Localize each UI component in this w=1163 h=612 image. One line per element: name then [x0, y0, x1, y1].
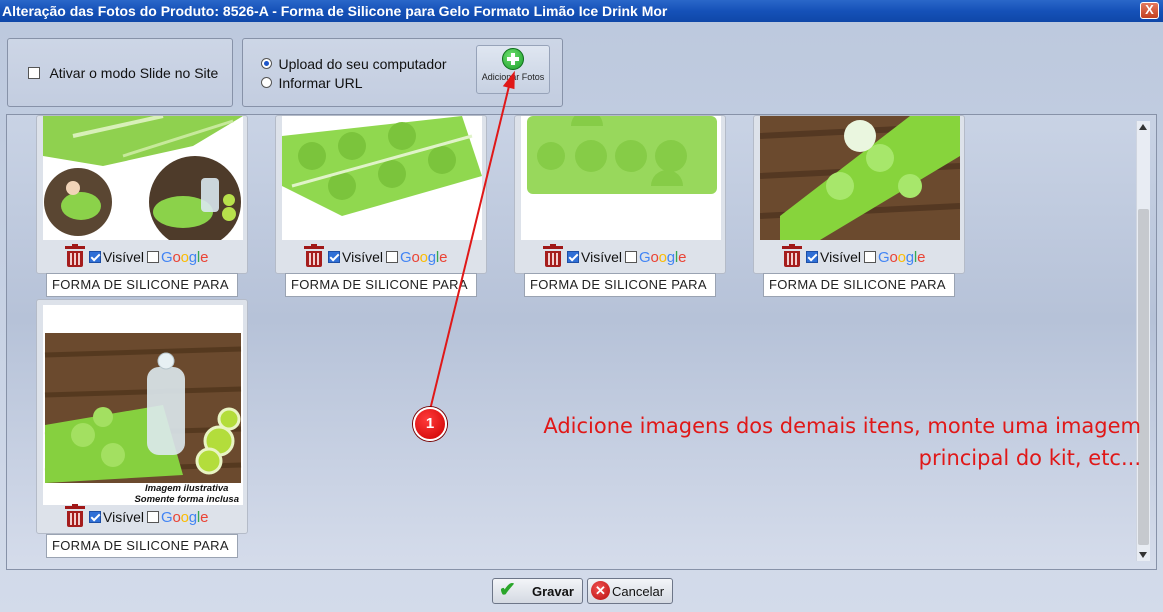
add-photos-button[interactable]: Adicionar Fotos	[476, 45, 550, 94]
product-photo	[760, 116, 960, 240]
slide-mode-group: Ativar o modo Slide no Site	[7, 38, 233, 107]
visible-checkbox[interactable]	[806, 251, 818, 263]
visible-label: Visível	[342, 249, 383, 265]
google-logo-icon: Google	[877, 248, 926, 266]
photo-card: Visível Google	[514, 115, 726, 274]
google-checkbox[interactable]	[146, 251, 159, 263]
trash-icon[interactable]	[782, 244, 802, 268]
photo-caption-input[interactable]: FORMA DE SILICONE PARA	[46, 273, 238, 297]
photo-controls: Visível Google	[782, 244, 926, 268]
add-photos-label: Adicionar Fotos	[481, 72, 545, 82]
google-logo-icon: Google	[638, 248, 687, 266]
photo-controls: Visível Google	[65, 244, 209, 268]
google-logo-icon: Google	[160, 248, 209, 266]
save-label: Gravar	[532, 584, 574, 599]
slide-mode-label: Ativar o modo Slide no Site	[49, 64, 219, 81]
checkmark-icon: ✔	[499, 579, 516, 601]
image-note: Imagem ilustrativa Somente forma inclusa	[134, 483, 239, 505]
upload-computer-radio[interactable]	[261, 58, 272, 70]
visible-label: Visível	[103, 509, 144, 525]
photo-card: Imagem ilustrativa Somente forma inclusa…	[36, 299, 248, 534]
product-photo: Imagem ilustrativa Somente forma inclusa	[43, 305, 243, 505]
product-photo	[43, 116, 243, 240]
photo-gallery: Visível Google FORMA DE SILICONE PARA Vis…	[6, 114, 1157, 570]
scroll-up-icon[interactable]	[1139, 124, 1147, 130]
photo-controls: Visível Google	[304, 244, 448, 268]
visible-checkbox[interactable]	[328, 251, 340, 263]
slide-mode-checkbox[interactable]	[28, 66, 40, 79]
trash-icon[interactable]	[304, 244, 324, 268]
google-checkbox[interactable]	[863, 251, 876, 263]
annotation-line2: principal do kit, etc...	[918, 446, 1141, 470]
trash-icon[interactable]	[65, 244, 85, 268]
google-checkbox[interactable]	[385, 251, 398, 263]
photo-card: Visível Google	[36, 115, 248, 274]
save-button[interactable]: ✔ Gravar	[492, 578, 583, 604]
cancel-label: Cancelar	[612, 584, 665, 599]
inform-url-radio[interactable]	[261, 77, 272, 89]
window-title-bar: Alteração das Fotos do Produto: 8526-A -…	[0, 0, 1163, 22]
cancel-x-icon: ✕	[591, 581, 610, 600]
scroll-down-icon[interactable]	[1139, 552, 1147, 558]
window-title: Alteração das Fotos do Produto: 8526-A -…	[2, 3, 668, 19]
product-photo	[521, 116, 721, 240]
annotation-line1: Adicione imagens dos demais itens, monte…	[543, 414, 1141, 438]
add-plus-icon	[502, 48, 524, 70]
photo-caption-input[interactable]: FORMA DE SILICONE PARA	[763, 273, 955, 297]
product-photo	[282, 116, 482, 240]
annotation-text: Adicione imagens dos demais itens, monte…	[543, 410, 1141, 474]
google-logo-icon: Google	[160, 508, 209, 526]
photo-controls: Visível Google	[65, 504, 209, 528]
visible-label: Visível	[820, 249, 861, 265]
image-note-line1: Imagem ilustrativa	[145, 483, 229, 494]
visible-label: Visível	[581, 249, 622, 265]
upload-computer-label: Upload do seu computador	[278, 55, 447, 72]
google-logo-icon: Google	[399, 248, 448, 266]
scroll-thumb[interactable]	[1138, 209, 1149, 545]
visible-checkbox[interactable]	[89, 251, 101, 263]
close-button[interactable]: X	[1140, 2, 1159, 19]
cancel-button[interactable]: ✕ Cancelar	[587, 578, 673, 604]
annotation-marker: 1	[413, 407, 447, 441]
gallery-scrollbar[interactable]	[1136, 121, 1150, 561]
trash-icon[interactable]	[543, 244, 563, 268]
trash-icon[interactable]	[65, 504, 85, 528]
photo-caption-input[interactable]: FORMA DE SILICONE PARA	[285, 273, 477, 297]
google-checkbox[interactable]	[146, 511, 159, 523]
photo-card: Visível Google	[753, 115, 965, 274]
visible-checkbox[interactable]	[89, 511, 101, 523]
visible-label: Visível	[103, 249, 144, 265]
google-checkbox[interactable]	[624, 251, 637, 263]
photo-card: Visível Google	[275, 115, 487, 274]
visible-checkbox[interactable]	[567, 251, 579, 263]
photo-caption-input[interactable]: FORMA DE SILICONE PARA	[46, 534, 238, 558]
photo-caption-input[interactable]: FORMA DE SILICONE PARA	[524, 273, 716, 297]
photo-controls: Visível Google	[543, 244, 687, 268]
inform-url-label: Informar URL	[278, 74, 363, 91]
image-note-line2: Somente forma inclusa	[134, 494, 239, 505]
upload-options-group: Upload do seu computador Informar URL Ad…	[242, 38, 563, 107]
